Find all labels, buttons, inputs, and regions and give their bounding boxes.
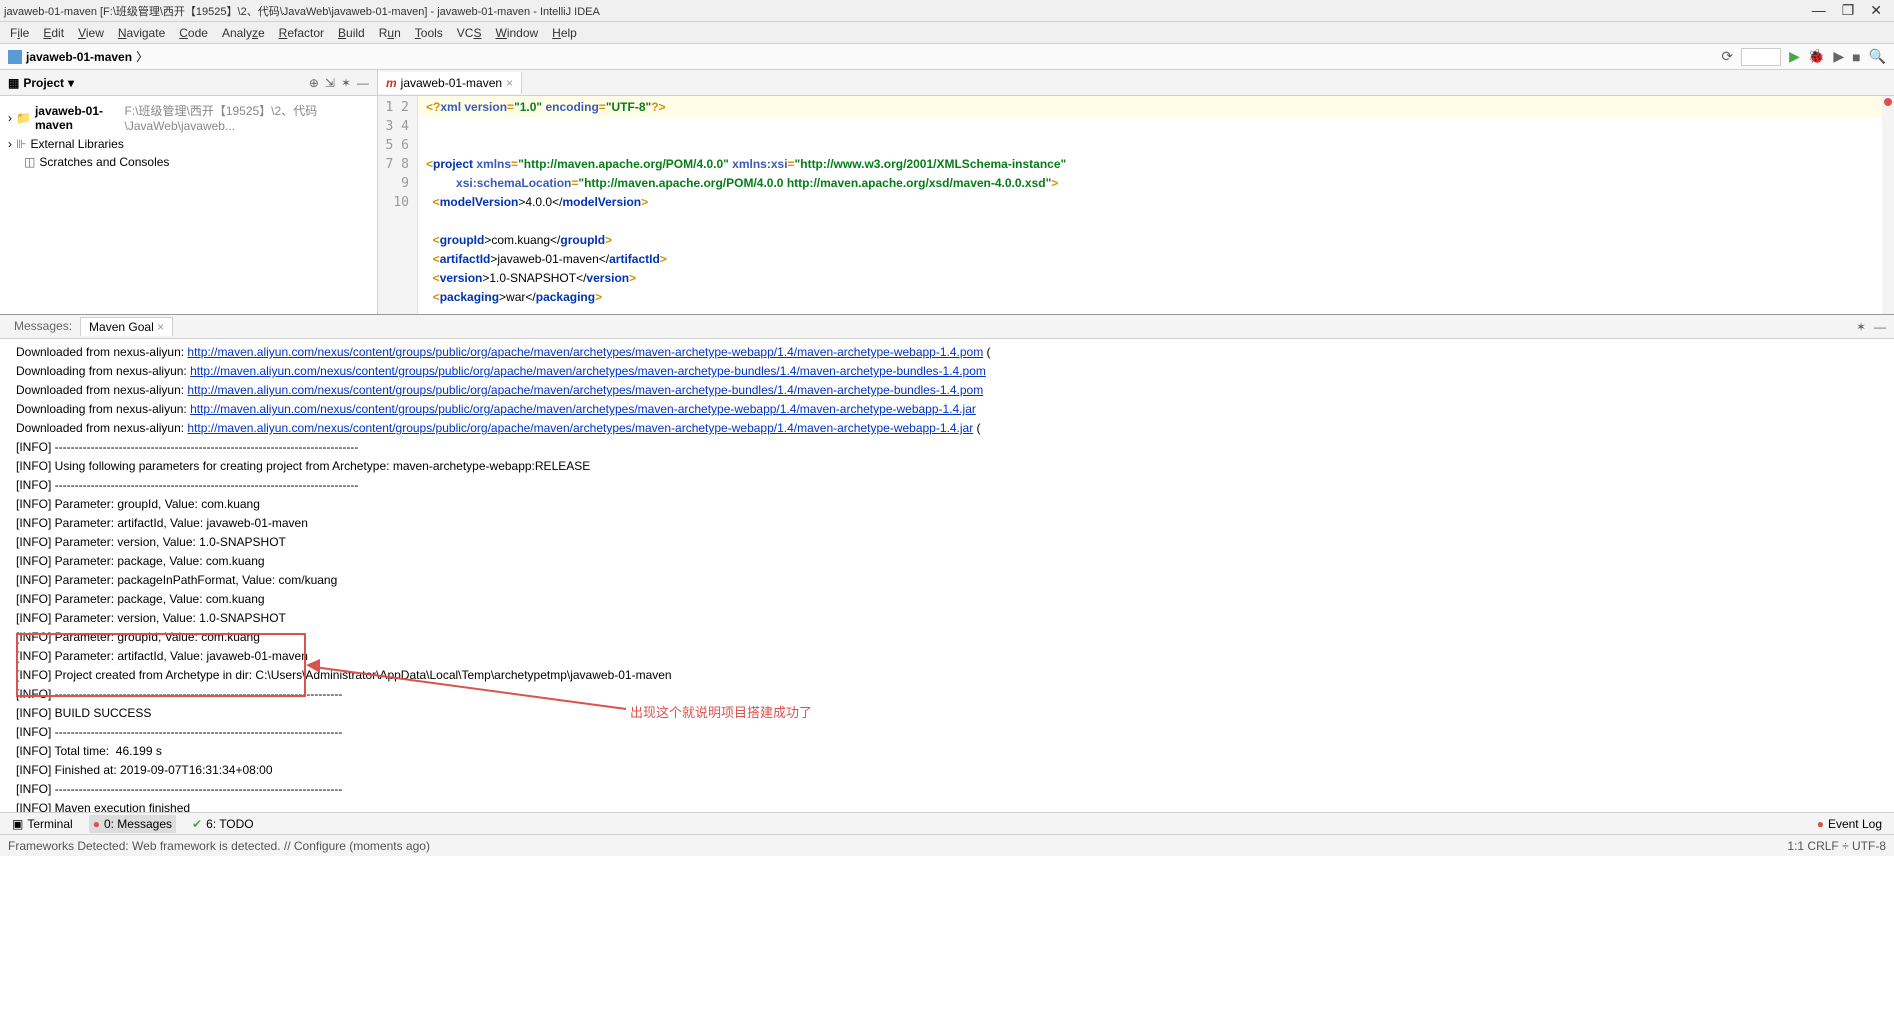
messages-label: Messages: xyxy=(8,317,78,336)
folder-icon: 📁 xyxy=(16,111,31,125)
messages-tab-maven[interactable]: Maven Goal × xyxy=(80,317,173,336)
maven-file-icon: m xyxy=(386,76,397,90)
chevron-down-icon[interactable]: ▾ xyxy=(68,76,74,90)
messages-tools: ✶ — xyxy=(1856,320,1886,334)
stop-icon[interactable]: ■ xyxy=(1852,49,1860,65)
menu-navigate[interactable]: Navigate xyxy=(112,24,171,42)
debug-icon[interactable]: 🐞 xyxy=(1808,48,1825,65)
tree-scratches[interactable]: ◫ Scratches and Consoles xyxy=(8,153,369,171)
run-icon[interactable]: ▶ xyxy=(1789,48,1800,65)
menu-analyze[interactable]: Analyze xyxy=(216,24,271,42)
messages-panel: Messages: Maven Goal × ✶ — Downloaded fr… xyxy=(0,314,1894,812)
title-bar: javaweb-01-maven [F:\班级管理\西开【19525】\2、代码… xyxy=(0,0,1894,22)
menu-run[interactable]: Run xyxy=(373,24,407,42)
toolbar-run-group: ⟳ ▶ 🐞 ▶ ■ 🔍 xyxy=(1721,48,1886,66)
main-area: ▦ Project ▾ ⊕ ⇲ ✶ — › 📁 javaweb-01-maven… xyxy=(0,70,1894,314)
editor-content[interactable]: 1 2 3 4 5 6 7 8 9 10 <?xml version="1.0"… xyxy=(378,96,1894,314)
breadcrumb-chevron: 〉 xyxy=(136,48,148,65)
menu-tools[interactable]: Tools xyxy=(409,24,449,42)
window-controls: — ❐ ✕ xyxy=(1812,2,1890,19)
menu-bar: File Edit View Navigate Code Analyze Ref… xyxy=(0,22,1894,44)
terminal-icon: ▣ xyxy=(12,817,23,831)
menu-view[interactable]: View xyxy=(72,24,110,42)
download-link[interactable]: http://maven.aliyun.com/nexus/content/gr… xyxy=(187,345,983,359)
annotation-text: 出现这个就说明项目搭建成功了 xyxy=(630,702,812,721)
search-icon[interactable]: 🔍 xyxy=(1869,48,1886,65)
todo-icon: ✔ xyxy=(192,817,202,831)
bottom-tab-todo[interactable]: ✔6: TODO xyxy=(188,815,258,833)
breadcrumb-bar: javaweb-01-maven 〉 ⟳ ▶ 🐞 ▶ ■ 🔍 xyxy=(0,44,1894,70)
target-icon[interactable]: ⊕ xyxy=(309,76,319,90)
messages-icon: ● xyxy=(93,817,100,831)
close-icon[interactable]: ✕ xyxy=(1870,2,1882,19)
project-header: ▦ Project ▾ ⊕ ⇲ ✶ — xyxy=(0,70,377,96)
download-link[interactable]: http://maven.aliyun.com/nexus/content/gr… xyxy=(190,364,986,378)
download-link[interactable]: http://maven.aliyun.com/nexus/content/gr… xyxy=(187,383,983,397)
error-marker[interactable] xyxy=(1884,98,1892,106)
editor-tabs: m javaweb-01-maven × xyxy=(378,70,1894,96)
project-panel: ▦ Project ▾ ⊕ ⇲ ✶ — › 📁 javaweb-01-maven… xyxy=(0,70,378,314)
eventlog-icon: ● xyxy=(1817,817,1824,831)
messages-tabs: Messages: Maven Goal × xyxy=(8,317,173,336)
project-tree[interactable]: › 📁 javaweb-01-maven F:\班级管理\西开【19525】\2… xyxy=(0,96,377,175)
project-title[interactable]: ▦ Project ▾ xyxy=(8,76,74,90)
download-link[interactable]: http://maven.aliyun.com/nexus/content/gr… xyxy=(190,402,976,416)
download-link[interactable]: http://maven.aliyun.com/nexus/content/gr… xyxy=(187,421,973,435)
bottom-tool-tabs: ▣Terminal ●0: Messages ✔6: TODO ●Event L… xyxy=(0,812,1894,834)
breadcrumb[interactable]: javaweb-01-maven 〉 xyxy=(8,48,148,65)
close-tab-icon[interactable]: × xyxy=(157,320,164,334)
editor-panel: m javaweb-01-maven × 1 2 3 4 5 6 7 8 9 1… xyxy=(378,70,1894,314)
code-area[interactable]: <?xml version="1.0" encoding="UTF-8"?> <… xyxy=(418,96,1894,314)
messages-body[interactable]: Downloaded from nexus-aliyun: http://mav… xyxy=(0,339,1894,812)
tree-external-libs[interactable]: › ⊪ External Libraries xyxy=(8,135,369,153)
status-bar: Frameworks Detected: Web framework is de… xyxy=(0,834,1894,856)
menu-refactor[interactable]: Refactor xyxy=(273,24,330,42)
bottom-tab-eventlog[interactable]: ●Event Log xyxy=(1813,815,1886,833)
tree-root[interactable]: › 📁 javaweb-01-maven F:\班级管理\西开【19525】\2… xyxy=(8,100,369,135)
maximize-icon[interactable]: ❐ xyxy=(1842,2,1855,19)
error-stripe[interactable] xyxy=(1882,96,1894,314)
gear-icon[interactable]: ✶ xyxy=(1856,320,1866,334)
expand-icon[interactable]: › xyxy=(8,111,12,125)
close-tab-icon[interactable]: × xyxy=(506,76,513,90)
line-gutter: 1 2 3 4 5 6 7 8 9 10 xyxy=(378,96,418,314)
collapse-icon[interactable]: ⇲ xyxy=(325,76,335,90)
sync-icon[interactable]: ⟳ xyxy=(1721,48,1733,65)
project-tool-icon: ▦ xyxy=(8,76,19,90)
run-config-dropdown[interactable] xyxy=(1741,48,1781,66)
project-header-icons: ⊕ ⇲ ✶ — xyxy=(309,76,369,90)
run-cov-icon[interactable]: ▶ xyxy=(1833,48,1844,65)
status-right: 1:1 CRLF ÷ UTF-8 xyxy=(1787,839,1886,853)
minimize-icon[interactable]: — xyxy=(1812,2,1826,19)
menu-build[interactable]: Build xyxy=(332,24,371,42)
menu-code[interactable]: Code xyxy=(173,24,214,42)
editor-tab-pom[interactable]: m javaweb-01-maven × xyxy=(378,72,522,94)
menu-help[interactable]: Help xyxy=(546,24,583,42)
hide-icon[interactable]: — xyxy=(357,76,369,90)
menu-vcs[interactable]: VCS xyxy=(451,24,488,42)
gear-icon[interactable]: ✶ xyxy=(341,76,351,90)
library-icon: ⊪ xyxy=(16,137,26,151)
menu-window[interactable]: Window xyxy=(489,24,544,42)
bottom-tab-terminal[interactable]: ▣Terminal xyxy=(8,815,77,833)
hide-icon[interactable]: — xyxy=(1874,320,1886,334)
breadcrumb-project: javaweb-01-maven xyxy=(26,50,132,64)
project-icon xyxy=(8,50,22,64)
status-left: Frameworks Detected: Web framework is de… xyxy=(8,839,430,853)
bottom-tab-messages[interactable]: ●0: Messages xyxy=(89,815,176,833)
window-title: javaweb-01-maven [F:\班级管理\西开【19525】\2、代码… xyxy=(4,3,600,19)
scratch-icon: ◫ xyxy=(24,155,35,169)
messages-header: Messages: Maven Goal × ✶ — xyxy=(0,315,1894,339)
menu-edit[interactable]: Edit xyxy=(37,24,70,42)
expand-icon[interactable]: › xyxy=(8,137,12,151)
menu-file[interactable]: File xyxy=(4,24,35,42)
